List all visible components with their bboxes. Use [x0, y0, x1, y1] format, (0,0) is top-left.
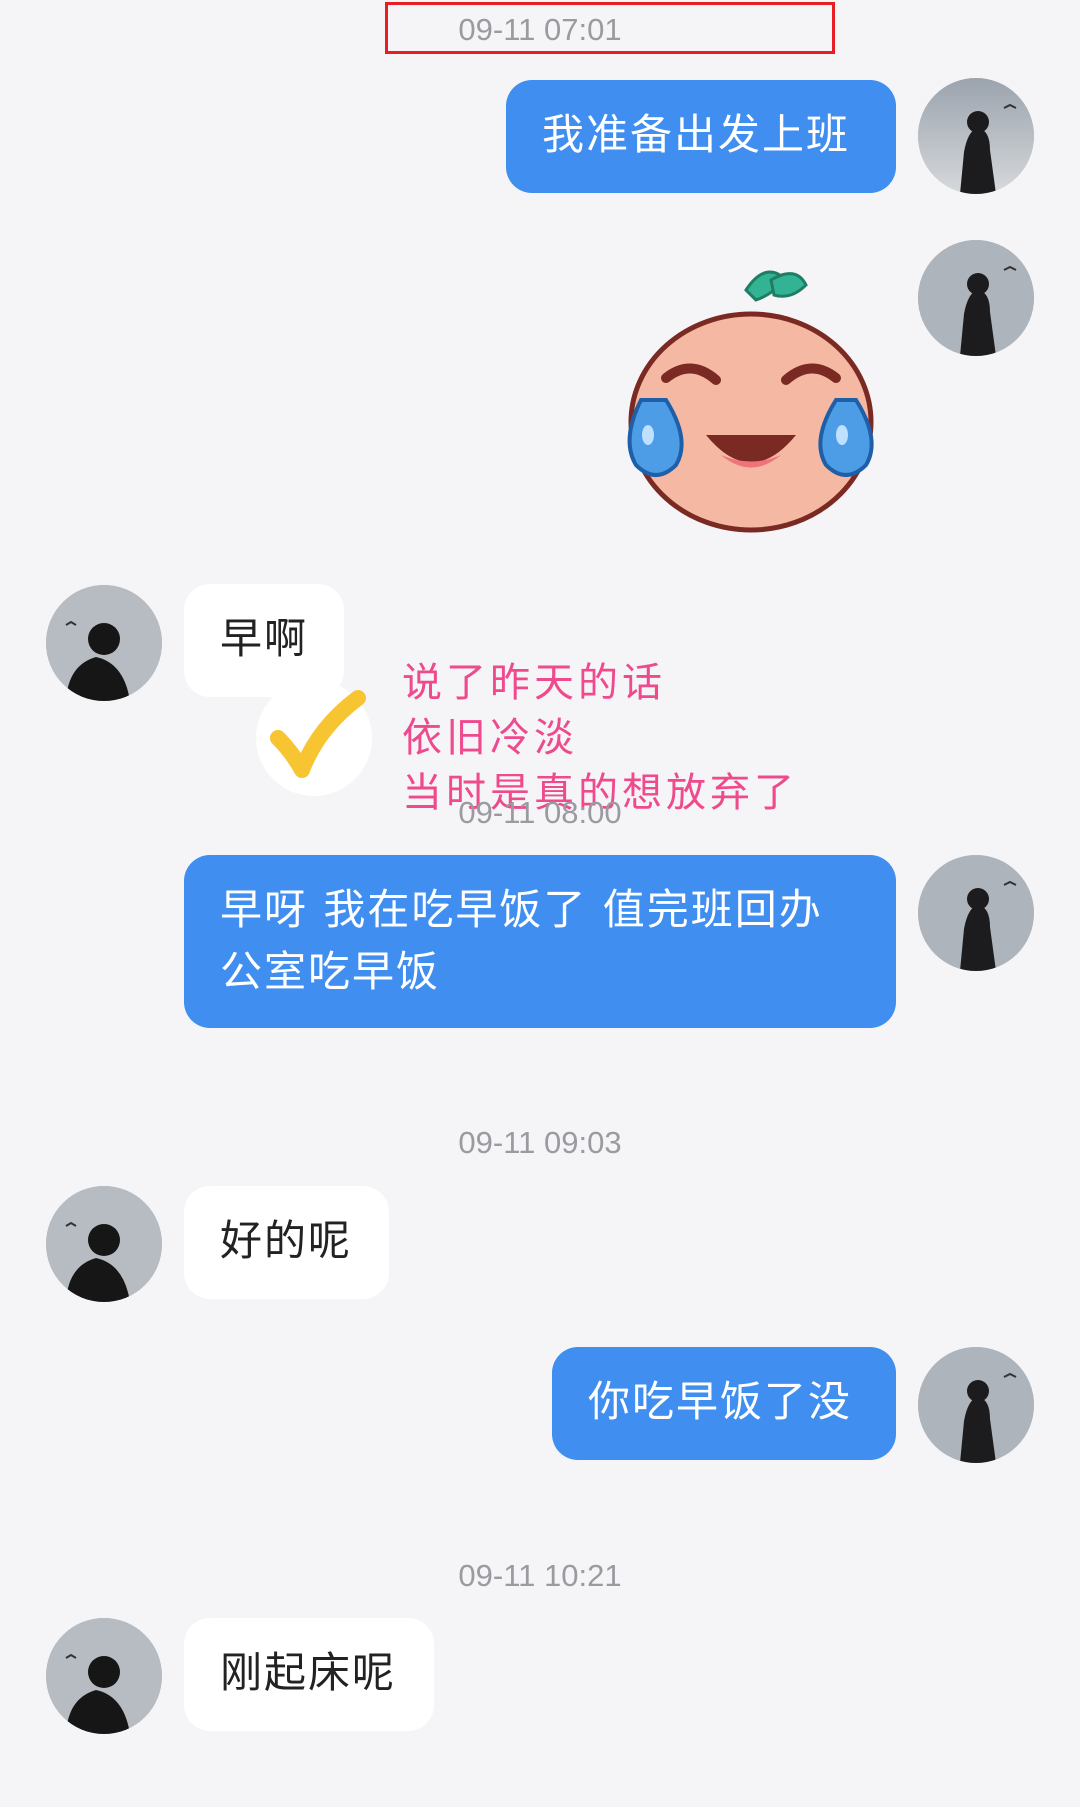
contact-avatar[interactable] [46, 1186, 162, 1302]
my-avatar[interactable] [918, 240, 1034, 356]
crying-laughing-peach-sticker-icon[interactable] [596, 240, 906, 540]
sent-message-bubble[interactable]: 你吃早饭了没 [552, 1347, 896, 1460]
timestamp: 09-11 07:01 [458, 12, 622, 47]
contact-avatar[interactable] [46, 1618, 162, 1734]
annotation-line: 说了昨天的话 [402, 660, 666, 706]
checkmark-icon [256, 680, 372, 796]
timestamp: 09-11 10:21 [458, 1558, 622, 1593]
chat-screen: 09-11 07:01 我准备出发上班 早啊 说了昨天的话 依旧冷淡 当时是真的… [0, 0, 1080, 1807]
contact-avatar[interactable] [46, 585, 162, 701]
timestamp: 09-11 09:03 [458, 1125, 622, 1160]
sent-message-bubble[interactable]: 我准备出发上班 [506, 80, 896, 193]
received-message-bubble[interactable]: 刚起床呢 [184, 1618, 434, 1731]
annotation-line: 依旧冷淡 [402, 715, 578, 761]
my-avatar[interactable] [918, 1347, 1034, 1463]
my-avatar[interactable] [918, 855, 1034, 971]
received-message-bubble[interactable]: 好的呢 [184, 1186, 389, 1299]
my-avatar[interactable] [918, 78, 1034, 194]
sent-message-bubble[interactable]: 早呀 我在吃早饭了 值完班回办公室吃早饭 [184, 855, 896, 1028]
timestamp: 09-11 08:00 [458, 795, 622, 830]
